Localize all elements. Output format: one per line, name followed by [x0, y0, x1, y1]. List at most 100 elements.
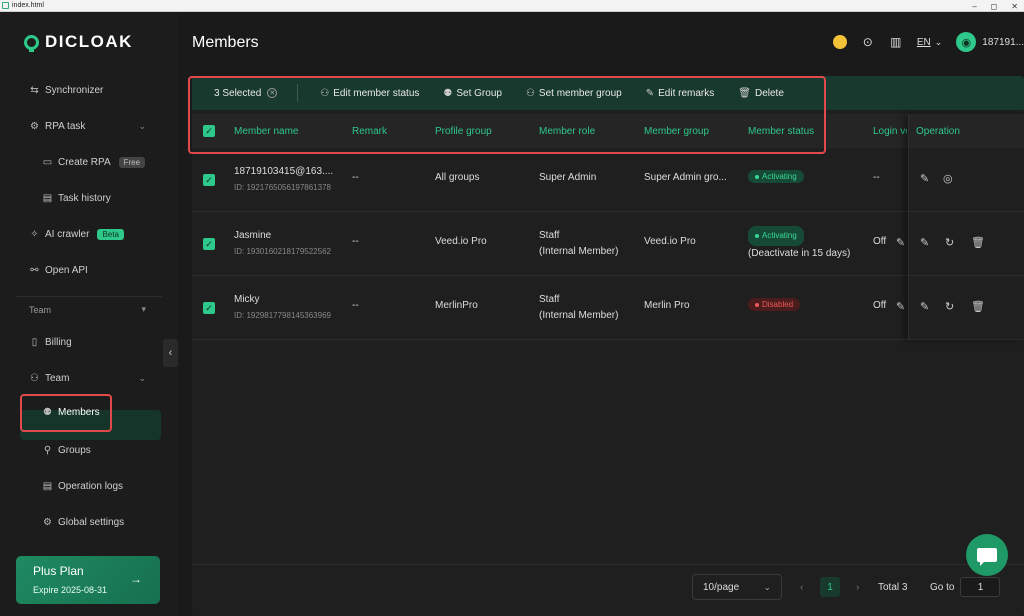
member-name-cell: Micky ID: 1929817798145363969: [234, 286, 331, 330]
operation-column: ✎ ◎ ✎ ↻ 🗑 ✎ ↻ 🗑: [908, 114, 1024, 340]
toolbar-divider: [297, 84, 299, 102]
plan-name: Plus Plan: [33, 564, 84, 578]
edit-icon[interactable]: ✎: [920, 236, 929, 249]
edit-remarks-button[interactable]: ✎ Edit remarks: [646, 88, 715, 99]
profile-group-cell: MerlinPro: [435, 300, 478, 311]
page-size-select[interactable]: 10/page ⌄: [692, 574, 782, 600]
sidebar-item-label: Open API: [45, 264, 88, 276]
ai-icon: ✧: [30, 228, 39, 240]
sidebar-item-billing[interactable]: ▯ Billing: [16, 328, 162, 356]
select-all-checkbox[interactable]: ✓: [203, 125, 215, 137]
login-verification-cell: Off: [873, 300, 887, 311]
language-select[interactable]: EN ⌄: [917, 37, 942, 48]
edit-login-icon[interactable]: ✎: [896, 300, 905, 313]
set-member-group-button[interactable]: ⚇ Set member group: [526, 88, 622, 99]
clear-selection-icon[interactable]: ✕: [267, 88, 278, 98]
button-label: Delete: [754, 87, 784, 99]
column-header-member-status: Member status: [748, 125, 815, 137]
chevron-down-icon: ⌄: [934, 36, 943, 47]
maximize-button[interactable]: ◻: [991, 2, 998, 11]
total-count: Total 3: [878, 581, 908, 593]
user-name: 187191...: [982, 36, 1024, 48]
sidebar-item-label: RPA task: [45, 120, 86, 132]
page-1-button[interactable]: 1: [820, 574, 840, 600]
arrow-right-icon: →: [130, 572, 142, 586]
sidebar-item-label: Team: [45, 372, 70, 384]
plan-card[interactable]: Plus Plan Expire 2025-08-31 →: [16, 556, 160, 604]
upload-icon[interactable]: ⊙: [861, 35, 875, 49]
member-name-cell: 18719103415@163.... ID: 1921765056197861…: [234, 158, 333, 202]
user-menu[interactable]: ◉ 187191...: [956, 32, 1024, 52]
edit-login-icon[interactable]: ✎: [896, 236, 905, 249]
team-section-toggle[interactable]: ▾: [120, 298, 160, 320]
sync-icon: ⇆: [30, 84, 39, 96]
role-name: Staff: [539, 230, 560, 241]
reset-icon[interactable]: ↻: [945, 236, 954, 249]
chat-support-button[interactable]: [966, 534, 1008, 576]
sidebar-item-label: AI crawler: [45, 228, 90, 240]
edit-icon[interactable]: ✎: [920, 172, 929, 185]
users-icon: ⚇: [525, 87, 535, 99]
trash-icon[interactable]: 🗑: [971, 236, 985, 249]
member-group-cell: Merlin Pro: [644, 300, 690, 311]
sidebar-item-task-history[interactable]: ▤ Task history: [16, 184, 162, 212]
page-title: Members: [192, 34, 259, 51]
selected-label: 3 Selected: [214, 87, 262, 99]
sidebar-item-open-api[interactable]: ⚯ Open API: [16, 256, 162, 284]
sidebar-item-team[interactable]: ⚇ Team ⌄: [16, 364, 162, 392]
collapse-sidebar-button[interactable]: ‹: [163, 339, 178, 367]
edit-icon[interactable]: ✎: [920, 300, 929, 313]
beta-badge: Beta: [97, 228, 124, 240]
sidebar-item-ai-crawler[interactable]: ✧ AI crawler Beta: [16, 220, 162, 248]
app-icon: [2, 2, 9, 9]
member-role-cell: Super Admin: [539, 172, 597, 183]
user-edit-icon: ⚇: [320, 87, 330, 99]
caret-down-icon: ▾: [141, 303, 146, 314]
sidebar-item-label: Members: [58, 406, 100, 418]
member-group-cell: Veed.io Pro: [644, 236, 696, 247]
delete-button[interactable]: 🗑 Delete: [738, 88, 784, 99]
window-title: index.html: [12, 2, 44, 9]
login-verification-cell: --: [873, 172, 880, 183]
sidebar-item-members[interactable]: ⚉ Members: [16, 398, 162, 426]
row-checkbox[interactable]: ✓: [203, 238, 215, 250]
team-section-label[interactable]: Team: [29, 305, 51, 315]
row-checkbox[interactable]: ✓: [203, 174, 215, 186]
sidebar-item-create-rpa[interactable]: ▭ Create RPA Free: [16, 148, 162, 176]
column-header-profile-group: Profile group: [435, 125, 492, 137]
goto-page-input[interactable]: 1: [960, 577, 1001, 597]
edit-member-status-button[interactable]: ⚇ Edit member status: [320, 88, 419, 99]
sidebar-item-rpa-task[interactable]: ⚙ RPA task ⌄: [16, 112, 162, 140]
member-id: ID: 1930160218179522562: [234, 247, 331, 256]
history-icon: ▤: [42, 192, 53, 204]
billing-icon: ▯: [31, 336, 38, 348]
table-row: ✓ Micky ID: 1929817798145363969 -- Merli…: [192, 276, 1024, 340]
column-header-login-verification: Login ve: [873, 125, 907, 137]
book-icon[interactable]: ▥: [889, 35, 903, 49]
minimize-button[interactable]: –: [972, 2, 976, 11]
prev-page-button[interactable]: ‹: [800, 574, 803, 600]
create-icon: ▭: [42, 156, 53, 168]
theme-toggle-icon[interactable]: [832, 35, 847, 49]
trash-icon: 🗑: [738, 87, 751, 99]
button-label: Set Group: [456, 87, 502, 99]
status-badge: Activating: [748, 226, 804, 246]
sidebar-item-synchronizer[interactable]: ⇆ Synchronizer: [16, 76, 162, 104]
sidebar-item-operation-logs[interactable]: ▤ Operation logs: [16, 472, 162, 500]
next-page-button[interactable]: ›: [856, 574, 859, 600]
set-group-button[interactable]: ⚉ Set Group: [443, 88, 502, 99]
member-name: Micky: [234, 294, 260, 305]
user-circle-icon[interactable]: ◎: [943, 172, 953, 185]
brand-name: DICLOAK: [45, 32, 133, 51]
header-actions: ⊙ ▥ EN ⌄ ◉ 187191...: [832, 30, 1024, 54]
sidebar-item-global-settings[interactable]: ⚙ Global settings: [16, 508, 162, 536]
sidebar-item-groups[interactable]: ⚲ Groups: [16, 436, 162, 464]
reset-icon[interactable]: ↻: [945, 300, 954, 313]
column-header-member-name: Member name: [234, 125, 299, 137]
close-button[interactable]: ✕: [1011, 2, 1018, 11]
brand-logo[interactable]: DICLOAK: [24, 32, 133, 52]
row-checkbox[interactable]: ✓: [203, 302, 215, 314]
role-type: (Internal Member): [539, 310, 619, 321]
trash-icon[interactable]: 🗑: [971, 300, 985, 313]
remark-cell: --: [352, 172, 359, 183]
